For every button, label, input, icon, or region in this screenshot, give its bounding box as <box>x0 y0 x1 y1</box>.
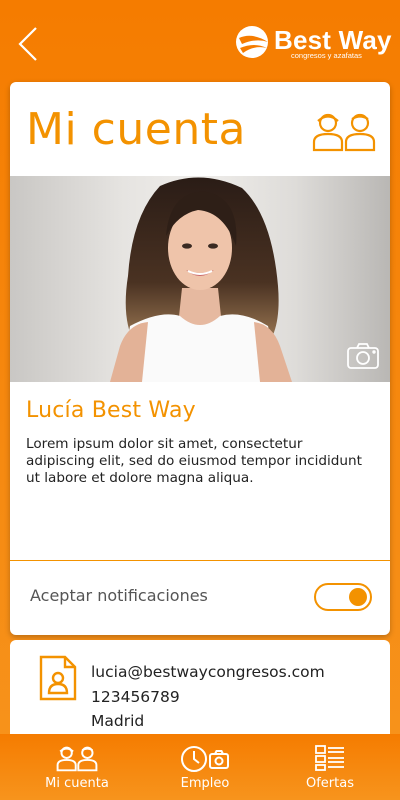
users-pair-icon <box>56 746 98 772</box>
page-title: Mi cuenta <box>26 104 246 155</box>
nav-label-empleo: Empleo <box>180 776 230 791</box>
bottom-nav: Mi cuenta Empleo Ofertas <box>0 734 400 800</box>
list-grid-icon <box>315 745 344 771</box>
contact-card-icon <box>39 655 77 701</box>
section-divider <box>10 560 390 561</box>
account-card: Mi cuenta Lucía Best Way Lorem ipsum dol… <box>10 82 390 635</box>
camera-icon <box>347 343 379 369</box>
toggle-knob <box>349 588 367 606</box>
notifications-label: Aceptar notificaciones <box>30 586 208 605</box>
profile-photo <box>10 176 390 382</box>
notifications-toggle[interactable] <box>314 583 372 611</box>
user-name: Lucía Best Way <box>26 398 196 423</box>
user-bio: Lorem ipsum dolor sit amet, consectetur … <box>26 436 362 486</box>
chevron-left-icon <box>18 27 37 61</box>
contact-section: lucia@bestwaycongresos.com 123456789 Mad… <box>10 640 390 740</box>
profile-photo-image <box>110 177 292 382</box>
contact-info: lucia@bestwaycongresos.com 123456789 Mad… <box>91 660 325 734</box>
nav-item-empleo[interactable]: Empleo <box>160 734 250 800</box>
nav-item-ofertas[interactable]: Ofertas <box>290 734 370 800</box>
brand-logo: Best Way congresos y azafatas <box>234 24 391 64</box>
logo-subtitle: congresos y azafatas <box>291 51 362 60</box>
top-bar: Best Way congresos y azafatas <box>0 0 400 82</box>
nav-item-mi-cuenta[interactable]: Mi cuenta <box>30 734 124 800</box>
nav-label-ofertas: Ofertas <box>306 776 354 791</box>
best-way-logo-icon <box>236 26 268 58</box>
back-button[interactable] <box>14 24 44 64</box>
change-photo-button[interactable] <box>346 342 380 370</box>
nav-label-mi-cuenta: Mi cuenta <box>45 776 109 791</box>
clock-camera-icon <box>181 746 229 772</box>
contact-email[interactable]: lucia@bestwaycongresos.com <box>91 660 325 685</box>
contact-phone[interactable]: 123456789 <box>91 685 325 710</box>
contact-city: Madrid <box>91 712 145 730</box>
users-pair-icon <box>312 113 376 152</box>
